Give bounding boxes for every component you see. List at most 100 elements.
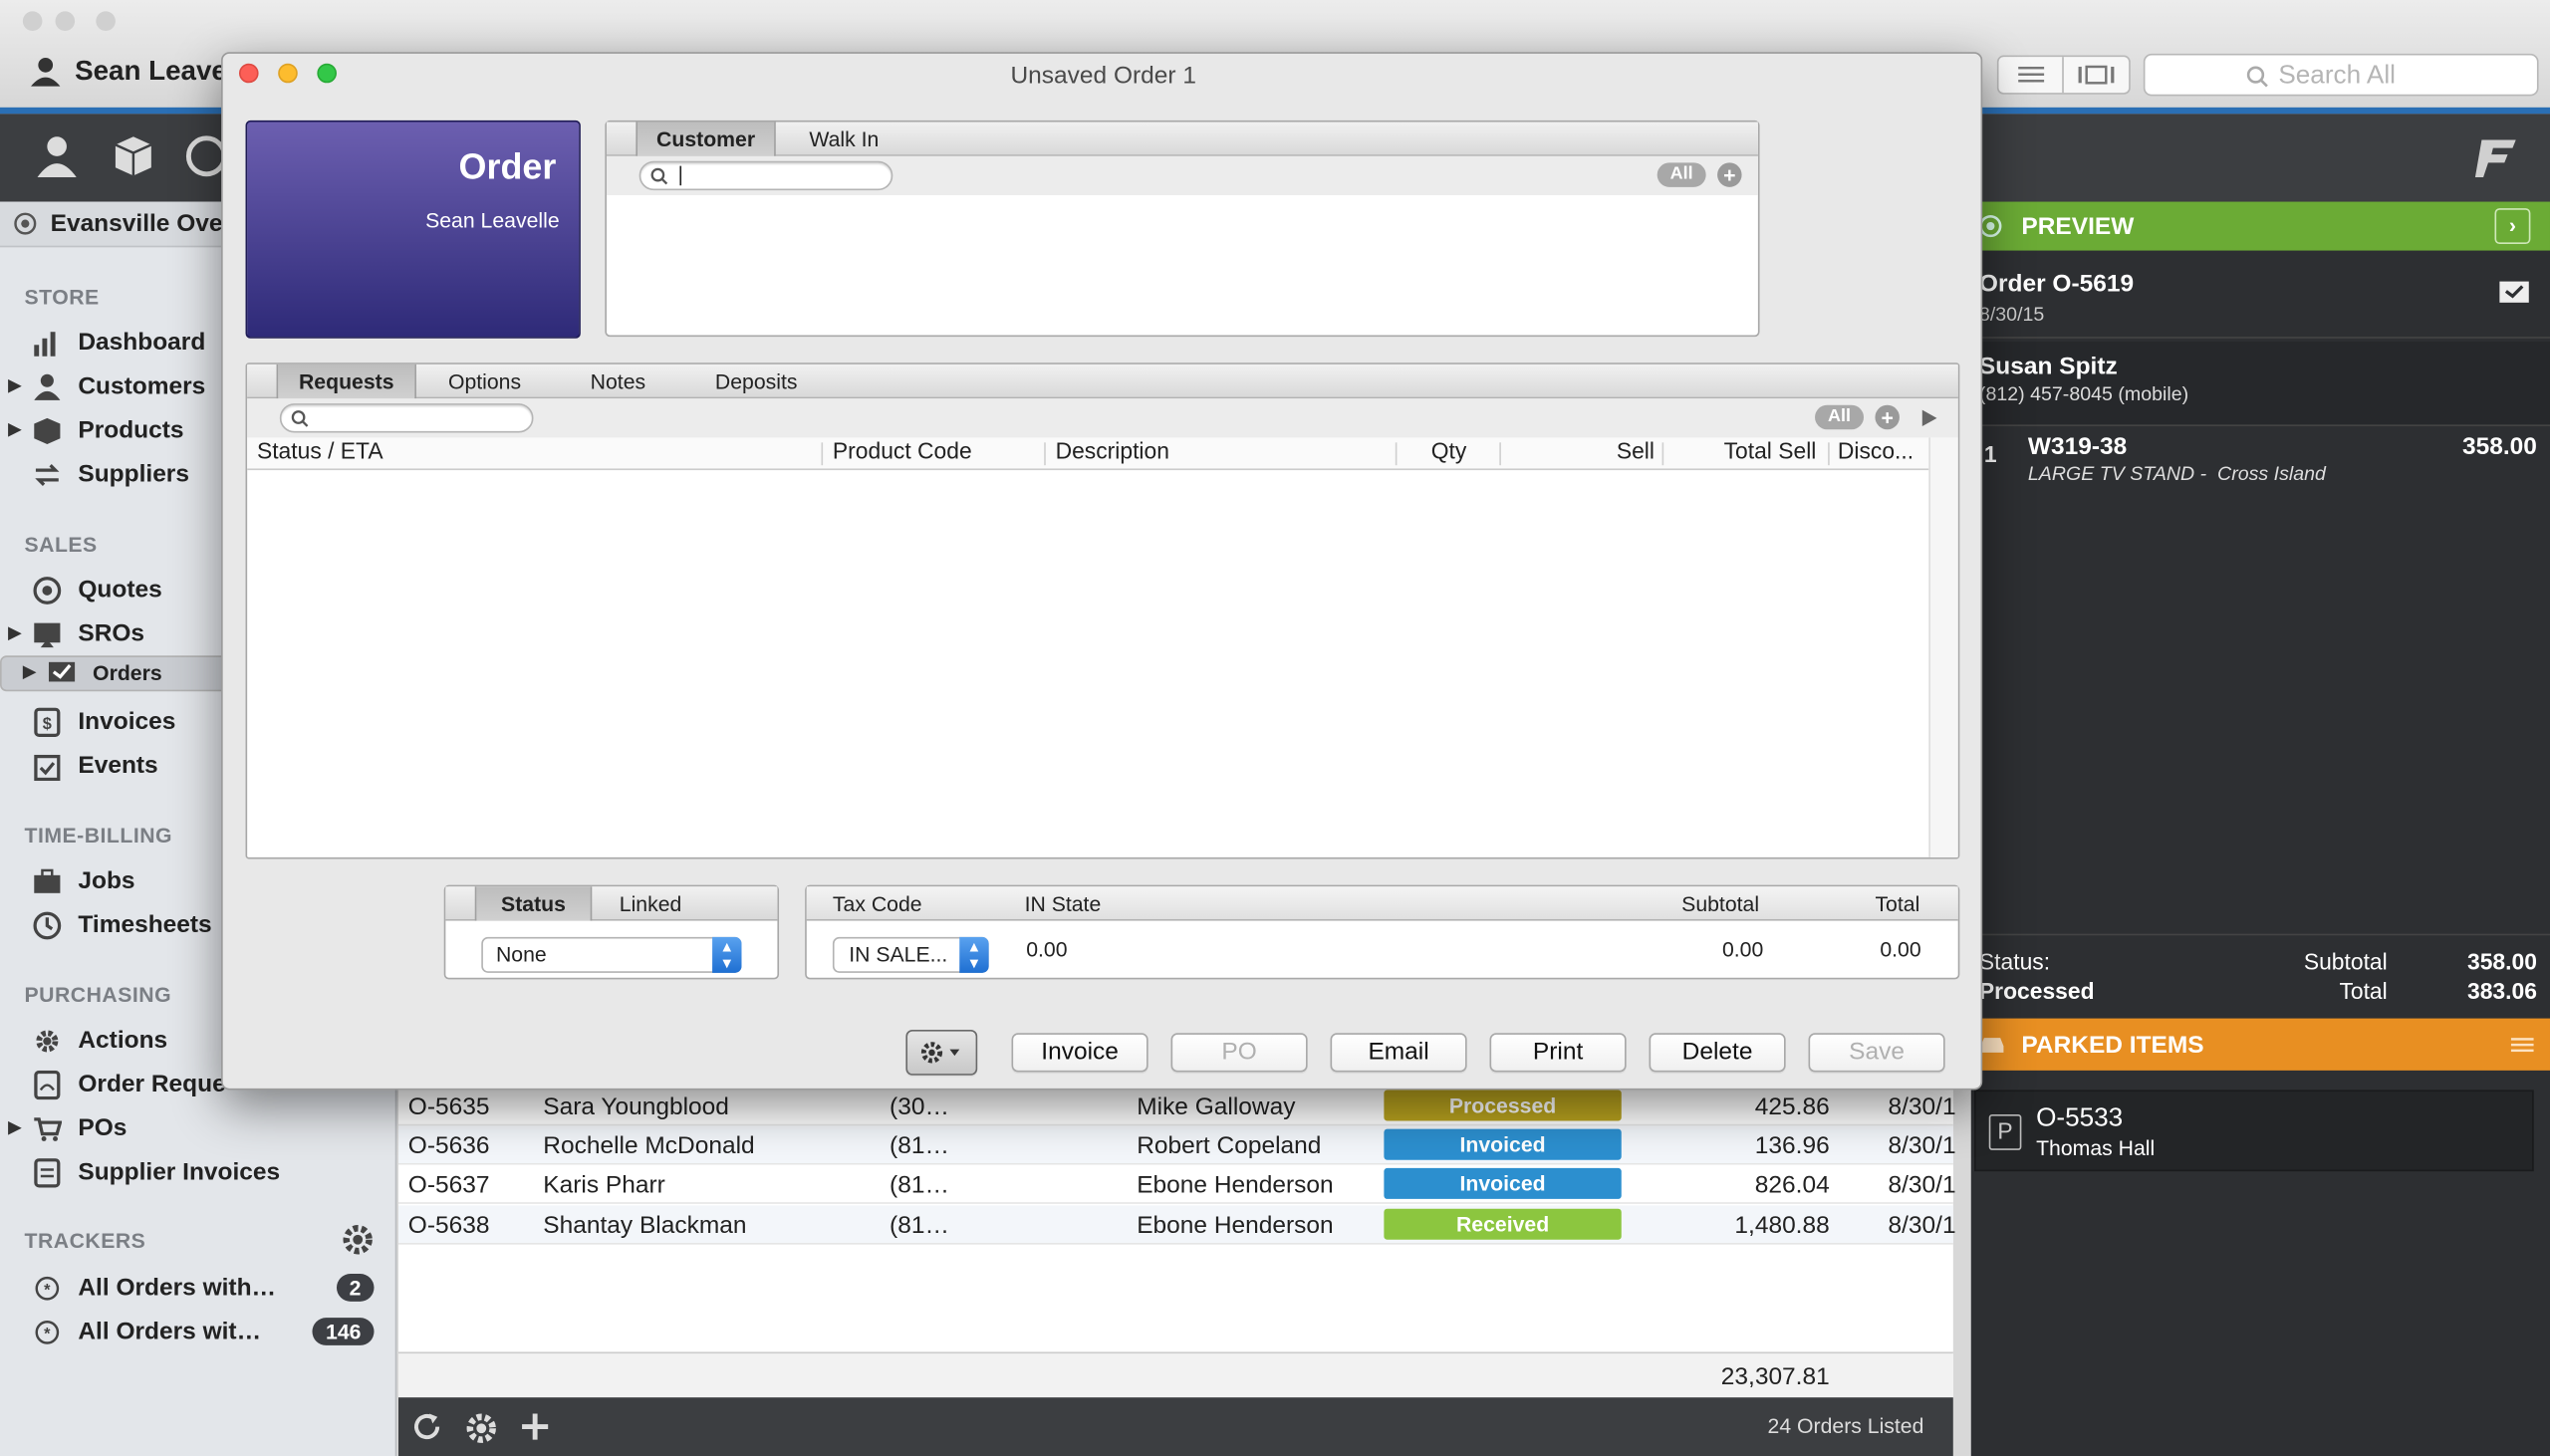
col-total-sell[interactable]: Total Sell (1724, 437, 1817, 463)
actions-gear-button[interactable] (905, 1030, 978, 1076)
disclosure-triangle-icon[interactable]: ▶ (0, 377, 29, 395)
col-qty[interactable]: Qty (1431, 437, 1467, 463)
refresh-icon[interactable] (411, 1410, 444, 1443)
tab-linked[interactable]: Linked (592, 886, 709, 920)
menu-icon[interactable] (2510, 1037, 2534, 1053)
cell-rep: Mike Galloway (1137, 1092, 1296, 1121)
user-menu[interactable]: Sean Leave (29, 56, 227, 89)
col-sell[interactable]: Sell (1617, 437, 1655, 463)
close-button[interactable] (238, 63, 259, 84)
print-button[interactable]: Print (1489, 1033, 1627, 1073)
col-product-code[interactable]: Product Code (833, 437, 972, 463)
disclosure-triangle-icon[interactable]: ▶ (0, 624, 29, 642)
wrench-icon (34, 621, 61, 647)
disclosure-triangle-icon[interactable]: ▶ (0, 421, 29, 439)
subtotal-label: Subtotal (2303, 948, 2388, 975)
play-icon[interactable] (1919, 408, 1939, 428)
tracker-item[interactable]: * All Orders wit… 146 (0, 1310, 396, 1353)
sidebar-item-label: SROs (78, 619, 145, 648)
status-label: Status: (1978, 948, 2051, 975)
save-button[interactable]: Save (1808, 1033, 1945, 1073)
preview-order-date: 8/30/15 (1978, 302, 2045, 326)
svg-text:*: * (44, 1325, 51, 1342)
parked-item[interactable]: P O-5533 Thomas Hall (1974, 1090, 2534, 1172)
table-row[interactable]: O-5636 Rochelle McDonald (81… Robert Copela… (397, 1125, 1956, 1165)
preview-line-item[interactable]: 1 W319-38 LARGE TV STAND - Cross Island … (1971, 429, 2550, 491)
view-toggle[interactable] (1996, 55, 2131, 95)
total-value: 383.06 (2467, 977, 2537, 1004)
status-select[interactable]: None ▲ ▼ (481, 936, 742, 973)
status-badge: Received (1384, 1208, 1622, 1240)
requests-scrollbar[interactable] (1928, 437, 1958, 857)
col-status-eta[interactable]: Status / ETA (257, 437, 383, 463)
subtotal-header: Subtotal (1681, 891, 1760, 916)
preview-expand-button[interactable]: › (2494, 208, 2531, 245)
list-bottom-bar: 24 Orders Listed (397, 1397, 1953, 1456)
tab-walk-in[interactable]: Walk In (779, 122, 909, 156)
col-discount[interactable]: Disco... (1838, 437, 1913, 463)
global-search-input[interactable]: Search All (2143, 53, 2539, 97)
gear-icon[interactable] (463, 1410, 499, 1446)
main-close-button[interactable] (22, 11, 43, 32)
preview-order[interactable]: Order O-5619 8/30/15 (1970, 260, 2550, 339)
tab-options[interactable]: Options (419, 364, 550, 398)
cell-phone: (30… (890, 1092, 949, 1121)
tab-customer[interactable]: Customer (636, 121, 776, 156)
orders-count: 24 Orders Listed (1767, 1413, 1924, 1439)
preview-customer-phone: (812) 457-8045 (mobile) (1978, 381, 2189, 405)
tracker-item[interactable]: * All Orders with… 2 (0, 1266, 396, 1310)
tax-code-value: IN SALE... (849, 941, 948, 967)
requests-all-filter[interactable]: All (1815, 404, 1865, 430)
tab-status[interactable]: Status (474, 886, 593, 921)
org-name: Evansville Over (50, 209, 233, 238)
tracker-icon: * (35, 1320, 60, 1343)
status-tabs: Status Linked (445, 886, 778, 921)
preview-customer[interactable]: Susan Spitz (812) 457-8045 (mobile) (1970, 342, 2550, 426)
customer-all-filter[interactable]: All (1657, 162, 1706, 187)
customers-toolbar-icon[interactable] (36, 133, 78, 179)
total-value: 0.00 (1880, 936, 1921, 962)
requests-search-input[interactable] (279, 403, 534, 433)
po-button[interactable]: PO (1170, 1033, 1308, 1073)
table-row[interactable]: O-5637 Karis Pharr (81… Ebone Henderson Invo… (397, 1164, 1956, 1204)
col-description[interactable]: Description (1056, 437, 1169, 463)
status-select-value: None (495, 941, 547, 967)
products-toolbar-icon[interactable] (113, 133, 154, 179)
add-icon[interactable] (519, 1410, 552, 1443)
section-trackers: TRACKERS (24, 1228, 146, 1253)
sidebar-item-label: Quotes (78, 576, 162, 605)
minimize-button[interactable] (278, 63, 298, 84)
list-view-icon[interactable] (1999, 57, 2064, 94)
zoom-button[interactable] (317, 63, 337, 84)
main-minimize-button[interactable] (55, 11, 76, 32)
disclosure-triangle-icon[interactable]: ▶ (15, 657, 44, 690)
disclosure-triangle-icon[interactable]: ▶ (0, 1119, 29, 1137)
customer-tabs: Customer Walk In (606, 121, 1758, 156)
delete-button[interactable]: Delete (1649, 1033, 1786, 1073)
section-store: STORE (24, 284, 100, 310)
add-request-button[interactable]: + (1875, 404, 1900, 430)
trackers-settings-gear-icon[interactable] (340, 1222, 376, 1258)
order-user: Sean Leavelle (425, 208, 560, 233)
stepper-icon: ▲ ▼ (959, 936, 989, 973)
cell-rep: Robert Copeland (1137, 1131, 1322, 1160)
preview-header: PREVIEW › (1970, 201, 2550, 251)
add-customer-button[interactable]: + (1717, 162, 1742, 187)
main-zoom-button[interactable] (96, 11, 116, 32)
sidebar-item-pos[interactable]: ▶ POs (0, 1106, 396, 1150)
cell-id: O-5638 (407, 1211, 490, 1240)
parked-items-header: PARKED ITEMS (1970, 1018, 2550, 1071)
column-view-icon[interactable] (2064, 57, 2129, 93)
invoice-button[interactable]: Invoice (1011, 1033, 1148, 1073)
table-row[interactable]: O-5635 Sara Youngblood (30… Mike Galloway Pr… (397, 1087, 1956, 1126)
table-row[interactable]: O-5638 Shantay Blackman (81… Ebone Henderso… (397, 1205, 1956, 1245)
tax-code-select[interactable]: IN SALE... ▲ ▼ (832, 936, 989, 973)
tab-deposits[interactable]: Deposits (686, 364, 826, 398)
subtotal-value: 0.00 (1721, 936, 1764, 962)
tab-requests[interactable]: Requests (276, 364, 416, 399)
cell-customer: Shantay Blackman (543, 1211, 747, 1240)
customer-search-input[interactable] (638, 160, 893, 191)
tab-notes[interactable]: Notes (553, 364, 683, 398)
email-button[interactable]: Email (1330, 1033, 1467, 1073)
sidebar-item-supplier-invoices[interactable]: Supplier Invoices (0, 1150, 396, 1194)
